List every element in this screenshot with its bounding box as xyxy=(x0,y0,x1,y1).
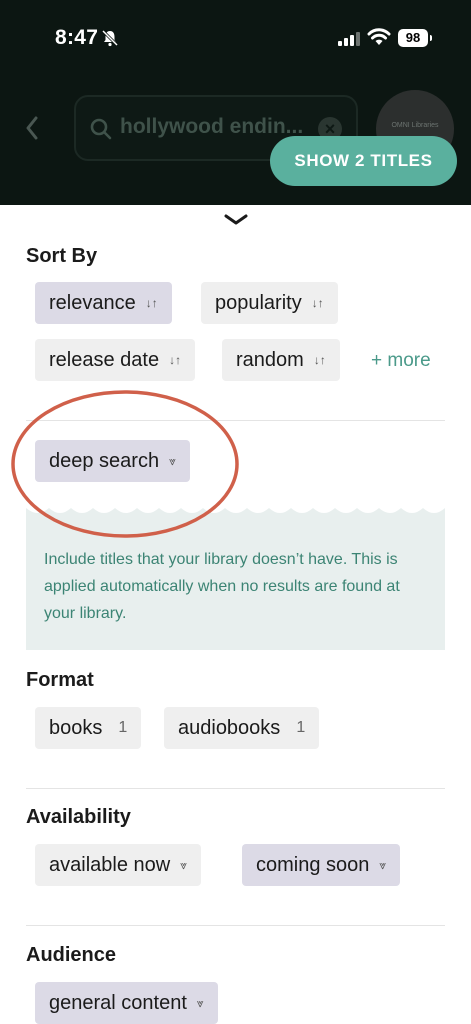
chip-label: coming soon xyxy=(256,853,370,876)
sort-arrows-icon: ↓↑ xyxy=(313,353,326,367)
sort-arrows-icon: ↓↑ xyxy=(145,296,158,310)
status-time: 8:47 xyxy=(55,26,99,49)
audience-general-content-chip[interactable]: general content ⩔ xyxy=(35,982,218,1024)
filter-sheet: Sort By relevance ↓↑ popularity ↓↑ relea… xyxy=(0,205,471,1024)
chip-label: popularity xyxy=(215,291,302,314)
availability-title: Availability xyxy=(26,806,131,828)
chip-label: audiobooks xyxy=(178,716,281,739)
bell-off-icon xyxy=(101,29,119,47)
filter-icon: ⩔ xyxy=(196,995,204,1010)
search-query-text: hollywood endin... xyxy=(120,115,304,138)
chip-label: relevance xyxy=(49,291,136,314)
back-chevron-icon[interactable] xyxy=(22,114,42,142)
audience-title: Audience xyxy=(26,944,117,966)
status-bar: 8:47 98 xyxy=(0,24,471,54)
library-name: OMNI Libraries xyxy=(391,122,439,129)
format-books-chip[interactable]: books 1 xyxy=(35,707,142,749)
chip-label: release date xyxy=(49,348,160,371)
show-titles-button[interactable]: SHOW 2 TITLES xyxy=(270,136,457,186)
sort-popularity-chip[interactable]: popularity ↓↑ xyxy=(201,282,338,324)
sort-relevance-chip[interactable]: relevance ↓↑ xyxy=(35,282,172,324)
chip-count: 1 xyxy=(118,719,128,736)
chip-count: 1 xyxy=(296,719,306,736)
chip-label: general content xyxy=(49,991,187,1014)
collapse-chevron-icon[interactable] xyxy=(223,213,249,227)
sort-by-title: Sort By xyxy=(26,245,98,267)
sort-arrows-icon: ↓↑ xyxy=(311,296,324,310)
sort-random-chip[interactable]: random ↓↑ xyxy=(222,339,340,381)
annotation-oval xyxy=(11,390,239,538)
format-title: Format xyxy=(26,669,94,691)
filter-icon: ⩔ xyxy=(379,857,387,872)
availability-coming-soon-chip[interactable]: coming soon ⩔ xyxy=(242,844,401,886)
sort-arrows-icon: ↓↑ xyxy=(169,353,182,367)
sort-release-date-chip[interactable]: release date ↓↑ xyxy=(35,339,196,381)
battery-indicator: 98 xyxy=(398,29,432,47)
chip-label: books xyxy=(49,716,103,739)
filter-icon: ⩔ xyxy=(180,857,187,872)
deep-search-description: Include titles that your library doesn’t… xyxy=(44,551,400,622)
availability-available-now-chip[interactable]: available now ⩔ xyxy=(35,844,201,886)
divider xyxy=(26,925,445,926)
format-audiobooks-chip[interactable]: audiobooks 1 xyxy=(164,707,320,749)
more-sort-options-link[interactable]: + more xyxy=(371,350,431,372)
divider xyxy=(26,788,445,789)
chip-label: random xyxy=(236,348,304,371)
cellular-signal-icon xyxy=(338,30,360,46)
chip-label: available now xyxy=(49,853,171,876)
search-icon xyxy=(90,118,112,140)
top-header: 8:47 98 hollywood endin... × OMNI Librar… xyxy=(0,0,471,205)
wifi-icon xyxy=(367,28,391,45)
